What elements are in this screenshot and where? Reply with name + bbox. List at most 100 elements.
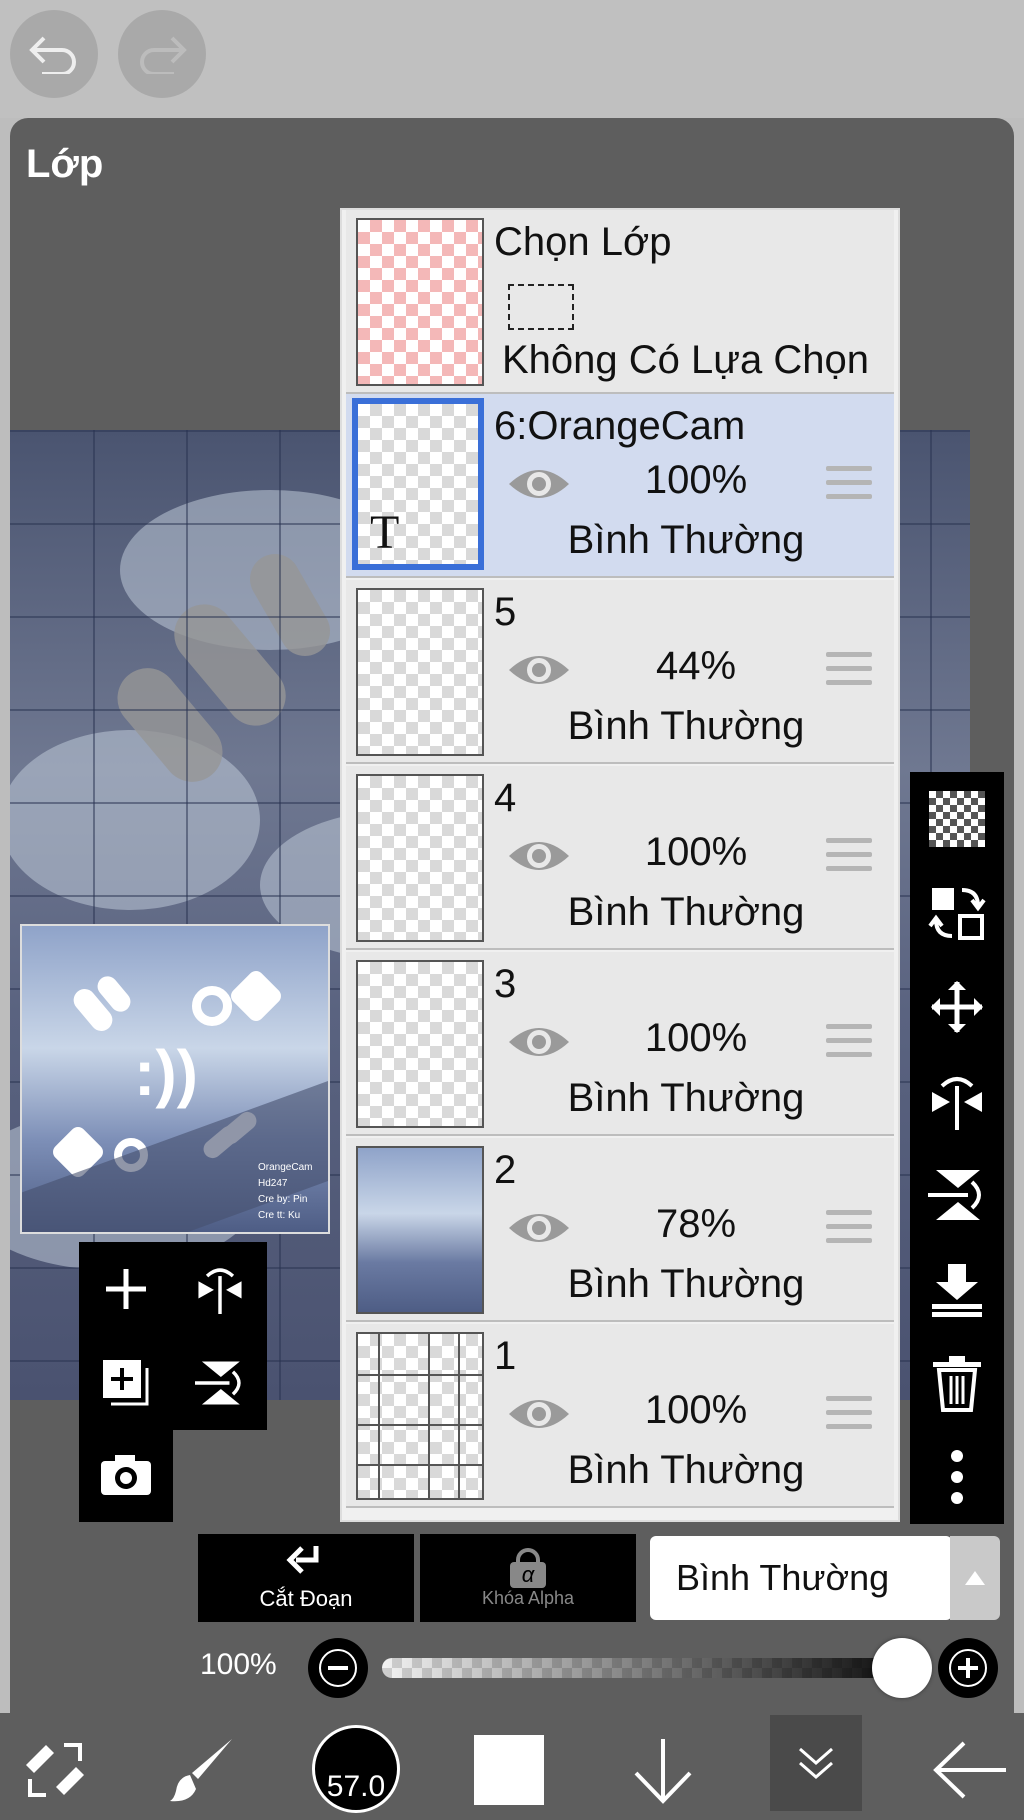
add-copy-icon (103, 1360, 149, 1406)
layer-row-4[interactable]: 4 100% Bình Thường (346, 766, 894, 950)
visibility-eye-icon[interactable] (506, 1392, 572, 1436)
blend-mode-select[interactable]: Bình Thường (650, 1536, 952, 1620)
camera-button[interactable] (91, 1440, 161, 1510)
drag-handle-icon[interactable] (826, 1396, 872, 1438)
merge-down-icon (932, 1264, 982, 1317)
brush-icon (170, 1739, 232, 1802)
visibility-eye-icon[interactable] (506, 462, 572, 506)
layer-list[interactable]: Chọn Lớp Không Có Lựa Chọn T 6:OrangeCam… (340, 208, 900, 1522)
flip-horizontal-icon (932, 1077, 982, 1130)
layer-name: 5 (494, 590, 517, 634)
clipping-button[interactable]: Cắt Đoạn (198, 1534, 414, 1622)
transparent-checker-button[interactable] (924, 786, 990, 852)
visibility-eye-icon[interactable] (506, 1206, 572, 1250)
layer-opacity: 100% (644, 830, 748, 874)
layer-tools-sidebar (910, 772, 1004, 1524)
merge-down-button[interactable] (924, 1256, 990, 1322)
brush-size-button[interactable]: 57.0 (312, 1725, 400, 1813)
opacity-slider-thumb[interactable] (872, 1638, 932, 1698)
flip-layer-v-button[interactable] (185, 1348, 255, 1418)
drag-handle-icon[interactable] (826, 652, 872, 694)
back-button[interactable] (930, 1735, 1010, 1805)
more-vertical-icon (951, 1450, 963, 1504)
move-icon (931, 981, 983, 1033)
drag-handle-icon[interactable] (826, 838, 872, 880)
drag-handle-icon[interactable] (826, 1024, 872, 1066)
layer-blend-mode: Bình Thường (567, 1076, 805, 1120)
add-layer-copy-button[interactable] (91, 1348, 161, 1418)
clip-arrow-icon (286, 1546, 319, 1574)
brush-size-value: 57.0 (326, 1770, 386, 1803)
visibility-eye-icon[interactable] (506, 648, 572, 692)
visibility-eye-icon[interactable] (506, 834, 572, 878)
camera-tool-block (79, 1430, 173, 1522)
layer-opacity: 78% (655, 1202, 737, 1246)
plus-icon (106, 1269, 146, 1309)
double-chevron-down-icon (799, 1747, 833, 1779)
layer-blend-mode: Bình Thường (567, 1448, 805, 1492)
trash-icon (933, 1356, 981, 1412)
more-options-button[interactable] (924, 1444, 990, 1510)
layer-blend-mode: Bình Thường (567, 1262, 805, 1306)
opacity-decrease-button[interactable] (308, 1638, 368, 1698)
layer-name: 4 (494, 776, 517, 820)
transform-tool-button[interactable] (20, 1735, 90, 1805)
add-layer-button[interactable] (91, 1254, 161, 1324)
layer-name: 6:OrangeCam (494, 404, 746, 448)
undo-button[interactable] (10, 10, 98, 98)
brush-tool-button[interactable] (168, 1735, 238, 1805)
layer-panel-button[interactable] (770, 1715, 862, 1811)
move-layer-button[interactable] (924, 974, 990, 1040)
triangle-up-icon (965, 1571, 985, 1585)
top-bar (0, 0, 1024, 118)
layer-add-tools (79, 1242, 267, 1430)
flip-vertical-button[interactable] (924, 1162, 990, 1228)
color-swatch-button[interactable] (474, 1735, 544, 1805)
alpha-lock-label: Khóa Alpha (481, 1587, 575, 1608)
opacity-increase-button[interactable] (938, 1638, 998, 1698)
alpha-lock-button[interactable]: α Khóa Alpha (420, 1534, 636, 1622)
layer-opacity: 44% (655, 644, 737, 688)
selection-marquee-icon (508, 284, 574, 330)
selection-status: Không Có Lựa Chọn (502, 338, 870, 382)
clipping-label: Cắt Đoạn (259, 1586, 353, 1611)
flip-layer-h-button[interactable] (185, 1254, 255, 1324)
delete-layer-button[interactable] (924, 1350, 990, 1416)
layer-blend-mode: Bình Thường (567, 518, 805, 562)
selection-layer-row[interactable]: Chọn Lớp Không Có Lựa Chọn (346, 210, 894, 394)
layer-thumbnail (356, 588, 484, 756)
swap-layer-button[interactable] (924, 880, 990, 946)
layer-row-2[interactable]: 2 78% Bình Thường (346, 1138, 894, 1322)
preview-credits: OrangeCam Hd247 Cre by: Pin Cre tt: Ku (258, 1162, 313, 1221)
minus-icon (319, 1649, 357, 1687)
undo-icon (29, 36, 76, 74)
layer-thumbnail (356, 960, 484, 1128)
layer-down-button[interactable] (628, 1735, 698, 1805)
lock-icon: α (508, 1547, 548, 1588)
layer-name: 2 (494, 1148, 517, 1192)
layer-row-1[interactable]: 1 100% Bình Thường (346, 1324, 894, 1508)
text-layer-badge: T (370, 506, 400, 559)
opacity-slider[interactable] (382, 1658, 932, 1678)
layer-opacity: 100% (644, 1388, 748, 1432)
redo-button[interactable] (118, 10, 206, 98)
layer-row-6[interactable]: T 6:OrangeCam 100% Bình Thường (346, 394, 894, 578)
layer-row-5[interactable]: 5 44% Bình Thường (346, 580, 894, 764)
canvas-preview: :)) OrangeCam Hd247 Cre by: Pin Cre tt: … (20, 924, 330, 1234)
selection-layer-thumbnail (356, 218, 484, 386)
layer-row-3[interactable]: 3 100% Bình Thường (346, 952, 894, 1136)
plus-icon (949, 1649, 987, 1687)
layer-blend-mode: Bình Thường (567, 704, 805, 748)
drag-handle-icon[interactable] (826, 466, 872, 508)
drag-handle-icon[interactable] (826, 1210, 872, 1252)
bottom-toolbar: 57.0 (0, 1713, 1024, 1820)
blend-mode-value: Bình Thường (676, 1557, 890, 1598)
blend-mode-dropdown-button[interactable] (950, 1536, 1000, 1620)
layer-name: 1 (494, 1334, 517, 1378)
checkerboard-icon (929, 791, 985, 847)
flip-horizontal-button[interactable] (924, 1068, 990, 1134)
arrow-down-icon (634, 1739, 692, 1804)
redo-icon (140, 36, 187, 74)
flip-horizontal-icon (198, 1268, 242, 1314)
visibility-eye-icon[interactable] (506, 1020, 572, 1064)
